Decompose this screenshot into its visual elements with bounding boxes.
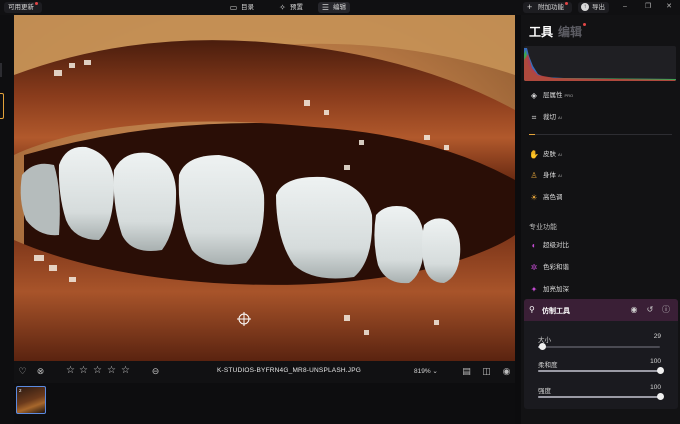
left-panel-handle[interactable] xyxy=(0,63,2,77)
export-label: 导出 xyxy=(592,4,605,11)
rating-star-2[interactable]: ☆ xyxy=(78,365,89,377)
heart-icon[interactable]: ♡ xyxy=(17,366,28,377)
folder-icon: ▭ xyxy=(229,3,238,12)
stamp-icon: ⚲ xyxy=(529,305,535,314)
tool-skin[interactable]: ✋ 皮肤 AI xyxy=(529,148,669,162)
clone-tool-label: 仿制工具 xyxy=(542,308,570,315)
tool-color-harmony[interactable]: ✲ 色彩和谐 xyxy=(529,261,669,275)
layers-icon: ◈ xyxy=(530,91,538,100)
tab-presets-label: 预置 xyxy=(290,4,303,11)
histogram xyxy=(524,46,676,81)
slider-strength-label: 强度 xyxy=(538,388,551,395)
tool-crop[interactable]: ⌗ 裁切 AI xyxy=(529,111,669,125)
tool-super-contrast[interactable]: ◐ 超级对比 xyxy=(529,239,669,253)
minimize-icon[interactable]: – xyxy=(620,2,630,12)
tab-catalog-label: 目录 xyxy=(241,4,254,11)
tab-presets[interactable]: ✧ 预置 xyxy=(275,2,307,13)
filmstrip: 2 xyxy=(14,383,515,424)
sliders-icon: ☰ xyxy=(321,3,330,12)
slider-strength[interactable] xyxy=(538,393,664,400)
notification-dot xyxy=(35,2,38,5)
close-icon[interactable]: ✕ xyxy=(664,2,674,12)
maximize-icon[interactable]: ❐ xyxy=(643,2,653,12)
tab-catalog[interactable]: ▭ 目录 xyxy=(226,2,258,13)
photo-canvas[interactable] xyxy=(14,15,515,361)
slider-softness-fill xyxy=(538,370,660,372)
pro-section-label: 专业功能 xyxy=(529,224,557,231)
rating-star-1[interactable]: ☆ xyxy=(65,365,76,377)
panel-title-tools[interactable]: 工具 xyxy=(529,23,553,40)
edit-dot xyxy=(583,23,587,26)
zoom-dropdown[interactable]: 819% ⌄ xyxy=(414,367,438,375)
tool-high-key[interactable]: ☀ 高色调 xyxy=(529,191,669,205)
slider-softness-value: 100 xyxy=(650,358,661,365)
info-icon[interactable]: ⓘ xyxy=(661,305,671,315)
reject-icon[interactable]: ⊗ xyxy=(35,366,46,377)
tool-dodge-burn[interactable]: ✦ 加亮加深 xyxy=(529,283,669,297)
update-available-button[interactable]: 可用更新 xyxy=(4,2,42,13)
addons-dot xyxy=(565,2,568,5)
bottom-toolbar: ♡ ⊗ ☆ ☆ ☆ ☆ ☆ ⊖ K-STUDIOS-BYFRN4G_MR8-UN… xyxy=(14,361,515,383)
tab-edit[interactable]: ☰ 编辑 xyxy=(318,2,350,13)
tool-body[interactable]: ♙ 身体 AI xyxy=(529,169,669,183)
left-strip xyxy=(0,15,14,424)
zoom-value: 819% xyxy=(414,368,431,375)
color-harmony-icon: ✲ xyxy=(530,263,538,272)
rating-star-5[interactable]: ☆ xyxy=(120,365,131,377)
plus-icon: + xyxy=(527,2,533,12)
top-bar: 可用更新 ▭ 目录 ✧ 预置 ☰ 编辑 + 附加功能 ↑ 导出 – ❐ ✕ xyxy=(0,0,680,15)
body-icon: ♙ xyxy=(530,171,538,180)
panel-title-edit[interactable]: 编辑 xyxy=(558,23,587,40)
dodge-burn-icon: ✦ xyxy=(530,285,538,294)
tone-icon: ☀ xyxy=(530,193,538,202)
rating-star-4[interactable]: ☆ xyxy=(106,365,117,377)
addons-label: 附加功能 xyxy=(538,4,564,11)
addons-button[interactable]: + 附加功能 xyxy=(523,2,572,13)
contrast-icon: ◐ xyxy=(531,241,537,250)
tab-edit-label: 编辑 xyxy=(333,4,346,11)
minus-circle-icon[interactable]: ⊖ xyxy=(150,366,161,377)
left-panel-marker[interactable] xyxy=(0,93,4,119)
presets-icon: ✧ xyxy=(279,3,286,12)
eye-icon[interactable]: ◉ xyxy=(501,366,512,377)
export-button[interactable]: ↑ 导出 xyxy=(578,2,609,13)
slider-strength-fill xyxy=(538,396,660,398)
slider-size[interactable] xyxy=(538,343,660,350)
divider xyxy=(529,134,672,135)
tool-layer-properties[interactable]: ◈ 层属性 PRO xyxy=(529,89,669,103)
update-label: 可用更新 xyxy=(8,4,34,11)
slider-size-knob[interactable] xyxy=(539,343,547,350)
crop-icon: ⌗ xyxy=(531,113,537,122)
eye-icon[interactable]: ◉ xyxy=(629,305,639,315)
export-icon: ↑ xyxy=(581,3,589,11)
rating-star-3[interactable]: ☆ xyxy=(92,365,103,377)
slider-softness[interactable] xyxy=(538,367,664,374)
compare-icon[interactable]: ◫ xyxy=(481,366,492,377)
photo-image xyxy=(14,15,515,361)
slider-strength-knob[interactable] xyxy=(656,393,664,400)
clone-tool-header[interactable]: ⚲ 仿制工具 ◉ ↺ ⓘ xyxy=(524,299,678,321)
file-name: K-STUDIOS-BYFRN4G_MR8-UNSPLASH.JPG xyxy=(216,367,362,374)
thumbnail-index: 2 xyxy=(19,388,22,393)
right-panel: 工具 编辑 ◈ 层属性 PRO ⌗ 裁切 AI ✋ 皮肤 AI ♙ 身体 AI ☀ 高色… xyxy=(521,15,680,424)
slider-size-value: 29 xyxy=(653,333,661,340)
photo-thumbnail[interactable]: 2 xyxy=(16,386,46,414)
slider-softness-label: 柔和度 xyxy=(538,362,558,369)
divider-accent xyxy=(529,134,535,135)
slider-softness-knob[interactable] xyxy=(656,367,664,374)
slider-strength-value: 100 xyxy=(650,384,661,391)
skin-icon: ✋ xyxy=(529,150,539,159)
clone-tool-card: ⚲ 仿制工具 ◉ ↺ ⓘ 大小 29 柔和度 100 强度 100 xyxy=(524,299,678,409)
view-mode-icon[interactable]: ▤ xyxy=(461,366,472,377)
undo-icon[interactable]: ↺ xyxy=(645,305,655,315)
